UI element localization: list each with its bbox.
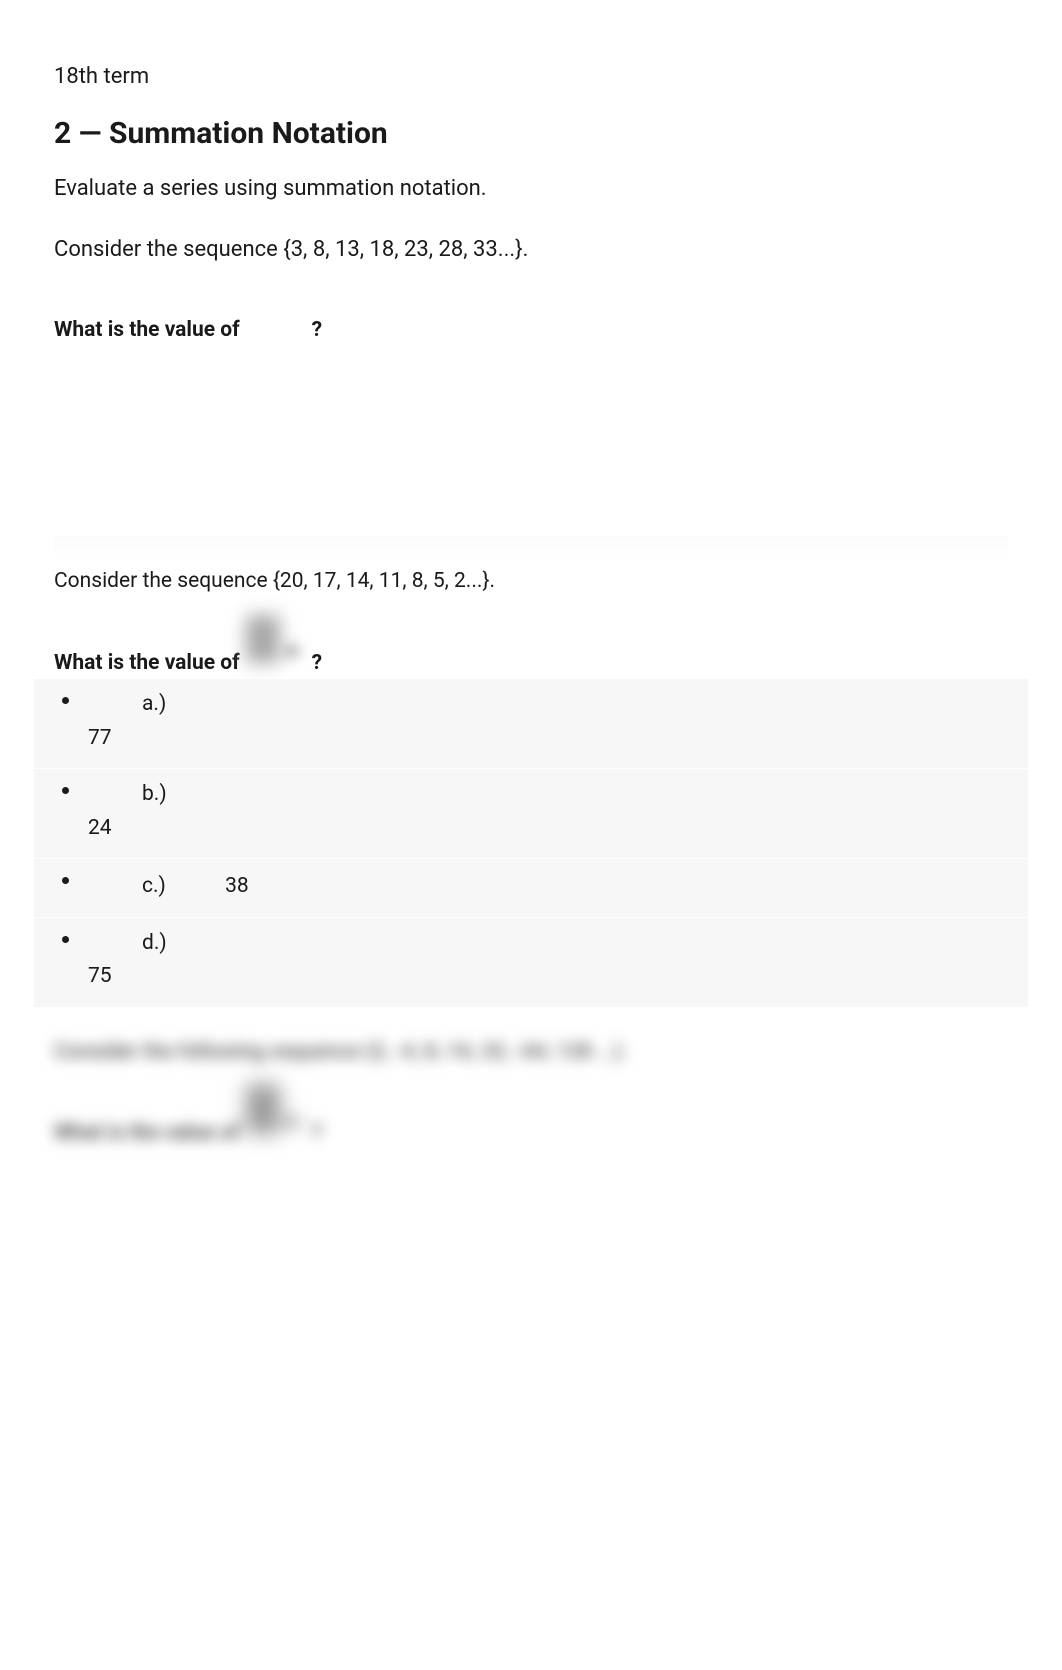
bullet-icon (62, 936, 69, 943)
q3-blurred-section: Consider the following sequence {2, -4, … (54, 1037, 1008, 1150)
sigma-icon (246, 1126, 306, 1150)
sigma-icon (246, 655, 306, 679)
answer-value: 24 (88, 816, 112, 840)
answer-option[interactable]: d.) 75 (34, 917, 1028, 1007)
answer-value: 38 (225, 874, 249, 898)
answer-value: 77 (88, 726, 112, 750)
bullet-icon (62, 697, 69, 704)
answer-option[interactable]: a.) 77 (34, 679, 1028, 768)
section-description: Evaluate a series using summation notati… (54, 172, 1008, 205)
q2-question: What is the value of ? (54, 648, 1008, 680)
q1-sequence: Consider the sequence {3, 8, 13, 18, 23,… (54, 233, 1008, 266)
q2-question-prefix: What is the value of (54, 648, 240, 680)
answer-label: b.) (142, 782, 167, 806)
answer-label: c.) (142, 874, 166, 898)
q1-question-suffix: ? (312, 315, 322, 347)
q3-question-prefix: What is the value of (54, 1118, 240, 1150)
bullet-icon (62, 787, 69, 794)
section-heading: 2 — Summation Notation (54, 111, 1008, 156)
section-divider (54, 536, 1008, 556)
q1-question: What is the value of ? (54, 306, 1008, 346)
q2-sequence: Consider the sequence {20, 17, 14, 11, 8… (54, 566, 1008, 598)
answer-option-selected[interactable]: c.) 38 (34, 858, 1028, 917)
q3-sequence: Consider the following sequence {2, -4, … (54, 1037, 1008, 1069)
q3-question-suffix: ? (312, 1118, 322, 1150)
q2-answer-list: a.) 77 b.) 24 c.) 38 d.) 75 (34, 679, 1028, 1007)
answer-value: 75 (88, 964, 112, 988)
bullet-icon (62, 877, 69, 884)
answer-label: a.) (142, 692, 166, 716)
q2-question-suffix: ? (312, 648, 322, 680)
sigma-icon (246, 306, 306, 346)
answer-option[interactable]: b.) 24 (34, 768, 1028, 858)
top-context-text: 18th term (54, 60, 1008, 93)
q1-question-prefix: What is the value of (54, 315, 240, 347)
q3-question: What is the value of ? (54, 1118, 1008, 1150)
answer-label: d.) (142, 931, 167, 955)
